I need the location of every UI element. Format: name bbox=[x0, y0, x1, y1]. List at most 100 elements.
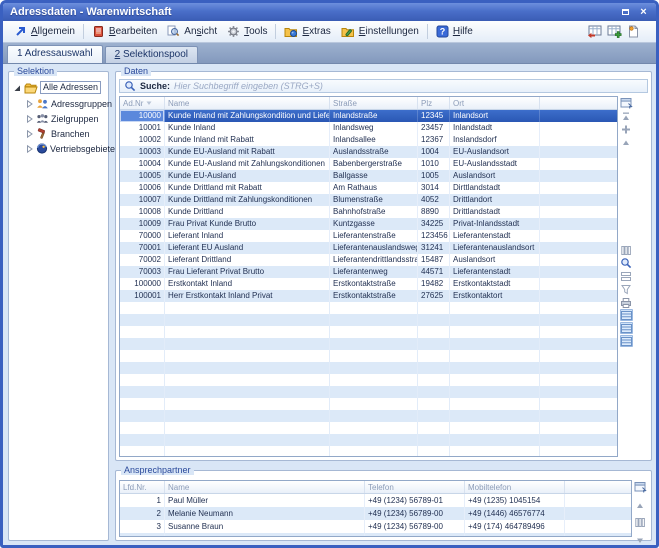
menu-item-extras[interactable]: Extras bbox=[279, 23, 335, 40]
column-header-ort[interactable]: Ort bbox=[450, 97, 540, 109]
tree-item-zielgruppen[interactable]: Zielgruppen bbox=[24, 113, 106, 124]
column-header-nr[interactable]: Ad.Nr bbox=[120, 97, 165, 109]
menu-item-hilfe[interactable]: ?Hilfe bbox=[431, 23, 478, 40]
restore-icon[interactable] bbox=[618, 6, 633, 19]
cell-strasse: Lieferantenweg bbox=[330, 266, 418, 278]
menu-item-bearbeiten[interactable]: Bearbeiten bbox=[87, 23, 162, 40]
new-document-icon[interactable] bbox=[627, 25, 640, 38]
layout-blue-icon[interactable] bbox=[620, 322, 633, 334]
scroll-down-icon[interactable] bbox=[634, 535, 647, 545]
cell-ort: Auslandsort bbox=[450, 254, 540, 266]
scroll-up-icon[interactable] bbox=[620, 136, 633, 148]
cell-extra bbox=[540, 254, 617, 266]
column-header-name[interactable]: Name bbox=[165, 97, 330, 109]
table-remove-icon[interactable] bbox=[587, 25, 602, 38]
tree-item-vertriebsgebiete[interactable]: Vertriebsgebiete bbox=[24, 143, 106, 154]
column-header-extra[interactable] bbox=[565, 481, 631, 493]
column-header-name[interactable]: Name bbox=[165, 481, 365, 493]
table-row[interactable]: 70002Lieferant DrittlandLieferantendritt… bbox=[120, 254, 617, 266]
expander-closed-icon[interactable] bbox=[24, 99, 34, 109]
svg-text:?: ? bbox=[440, 27, 446, 37]
table-row[interactable]: 100001Herr Erstkontakt Inland PrivatErst… bbox=[120, 290, 617, 302]
table-row[interactable]: 10006Kunde Drittland mit RabattAm Rathau… bbox=[120, 182, 617, 194]
scroll-up-icon[interactable] bbox=[634, 500, 647, 510]
tabstrip: 1 Adressauswahl2 Selektionspool bbox=[3, 43, 656, 64]
cell-extra bbox=[565, 520, 631, 533]
row-height-icon[interactable] bbox=[620, 270, 633, 282]
layout-blue-icon[interactable] bbox=[620, 309, 633, 321]
row-insert-icon[interactable] bbox=[620, 123, 633, 135]
cell-strasse: Babenbergerstraße bbox=[330, 158, 418, 170]
tab-adressauswahl[interactable]: 1 Adressauswahl bbox=[7, 45, 103, 63]
menu-item-ansicht[interactable]: Ansicht bbox=[162, 23, 222, 40]
table-row[interactable]: 70000Lieferant InlandLieferantenstraße12… bbox=[120, 230, 617, 242]
table-row[interactable]: 70001Lieferant EU AuslandLieferantenausl… bbox=[120, 242, 617, 254]
table-row[interactable]: 2Melanie Neumann+49 (1234) 56789-00+49 (… bbox=[120, 507, 631, 520]
table-row[interactable]: 10001Kunde InlandInlandsweg23457Inlandst… bbox=[120, 122, 617, 134]
tab-selektionspool[interactable]: 2 Selektionspool bbox=[105, 46, 198, 63]
close-icon[interactable]: × bbox=[636, 6, 651, 19]
table-row[interactable]: 10005Kunde EU-AuslandBallgasse1005Auslan… bbox=[120, 170, 617, 182]
right-column: Daten Suche: Hier Suchbegriff eingeben (… bbox=[115, 71, 652, 541]
columns-icon[interactable] bbox=[634, 517, 647, 528]
expander-open-icon[interactable] bbox=[12, 83, 22, 93]
cell-name: Kunde Inland bbox=[165, 122, 330, 134]
cell-ort: Drittlandort bbox=[450, 194, 540, 206]
cell-ort: Lieferantenauslandsort bbox=[450, 242, 540, 254]
table-row[interactable]: 70003Frau Lieferant Privat BruttoLiefera… bbox=[120, 266, 617, 278]
menu-item-tools[interactable]: Tools bbox=[222, 23, 272, 40]
table-row[interactable]: 10009Frau Privat Kunde BruttoKuntzgasse3… bbox=[120, 218, 617, 230]
column-chooser-icon[interactable] bbox=[634, 481, 647, 493]
cell-extra bbox=[540, 290, 617, 302]
cell-strasse: Bahnhofstraße bbox=[330, 206, 418, 218]
cell-plz: 1010 bbox=[418, 158, 450, 170]
adressgruppen-icon bbox=[36, 98, 49, 109]
column-header-nr[interactable]: Lfd.Nr. bbox=[120, 481, 165, 493]
table-row[interactable]: 10008Kunde DrittlandBahnhofstraße8890Dri… bbox=[120, 206, 617, 218]
columns-icon[interactable] bbox=[620, 244, 633, 256]
column-header-plz[interactable]: Plz bbox=[418, 97, 450, 109]
table-row[interactable]: 1Paul Müller+49 (1234) 56789-01+49 (1235… bbox=[120, 494, 631, 507]
cell-ort: EU-Auslandsort bbox=[450, 146, 540, 158]
cell-nr: 70003 bbox=[120, 266, 165, 278]
tree-item-branchen[interactable]: Branchen bbox=[24, 128, 106, 139]
expander-closed-icon[interactable] bbox=[24, 129, 34, 139]
tree-item-root[interactable]: Alle Adressen bbox=[12, 81, 106, 94]
cell-name: Herr Erstkontakt Inland Privat bbox=[165, 290, 330, 302]
column-header-telefon[interactable]: Telefon bbox=[365, 481, 465, 493]
titlebar: Adressdaten - Warenwirtschaft × bbox=[3, 3, 656, 21]
tree-item-adressgruppen[interactable]: Adressgruppen bbox=[24, 98, 106, 109]
cell-extra bbox=[540, 278, 617, 290]
cell-name: Lieferant Drittland bbox=[165, 254, 330, 266]
search-input[interactable]: Suche: Hier Suchbegriff eingeben (STRG+S… bbox=[119, 79, 648, 93]
table-row[interactable]: 3Susanne Braun+49 (1234) 56789-00+49 (17… bbox=[120, 520, 631, 533]
filter-icon[interactable] bbox=[620, 283, 633, 295]
table-row[interactable]: 10007Kunde Drittland mit Zahlungskonditi… bbox=[120, 194, 617, 206]
address-table-side-toolbar bbox=[618, 96, 634, 457]
column-header-extra[interactable] bbox=[540, 97, 617, 109]
table-row[interactable]: 10000Kunde Inland mit Zahlungskondition … bbox=[120, 110, 617, 122]
scroll-top-icon[interactable] bbox=[620, 110, 633, 122]
table-row[interactable]: 10003Kunde EU-Ausland mit RabattAuslands… bbox=[120, 146, 617, 158]
cell-strasse: Lieferantenauslandsweg bbox=[330, 242, 418, 254]
cell-nr: 10004 bbox=[120, 158, 165, 170]
print-icon[interactable] bbox=[620, 296, 633, 308]
column-header-label: Telefon bbox=[368, 483, 394, 492]
table-add-icon[interactable] bbox=[607, 25, 622, 38]
column-header-strasse[interactable]: Straße bbox=[330, 97, 418, 109]
cell-plz: 3014 bbox=[418, 182, 450, 194]
table-row[interactable]: 10002Kunde Inland mit RabattInlandsallee… bbox=[120, 134, 617, 146]
column-chooser-icon[interactable] bbox=[620, 97, 633, 109]
menu-item-einstellungen[interactable]: Einstellungen bbox=[336, 23, 424, 40]
expander-closed-icon[interactable] bbox=[24, 144, 34, 154]
cell-extra bbox=[540, 134, 617, 146]
menu-item-allgemein[interactable]: Allgemein bbox=[9, 23, 80, 40]
search-icon[interactable] bbox=[620, 257, 633, 269]
cell-nr: 70001 bbox=[120, 242, 165, 254]
table-row[interactable]: 100000Erstkontakt InlandErstkontaktstraß… bbox=[120, 278, 617, 290]
table-row[interactable]: 10004Kunde EU-Ausland mit Zahlungskondit… bbox=[120, 158, 617, 170]
expander-closed-icon[interactable] bbox=[24, 114, 34, 124]
cell-ort: Inslandsdorf bbox=[450, 134, 540, 146]
layout-blue-icon[interactable] bbox=[620, 335, 633, 347]
column-header-mobil[interactable]: Mobiltelefon bbox=[465, 481, 565, 493]
